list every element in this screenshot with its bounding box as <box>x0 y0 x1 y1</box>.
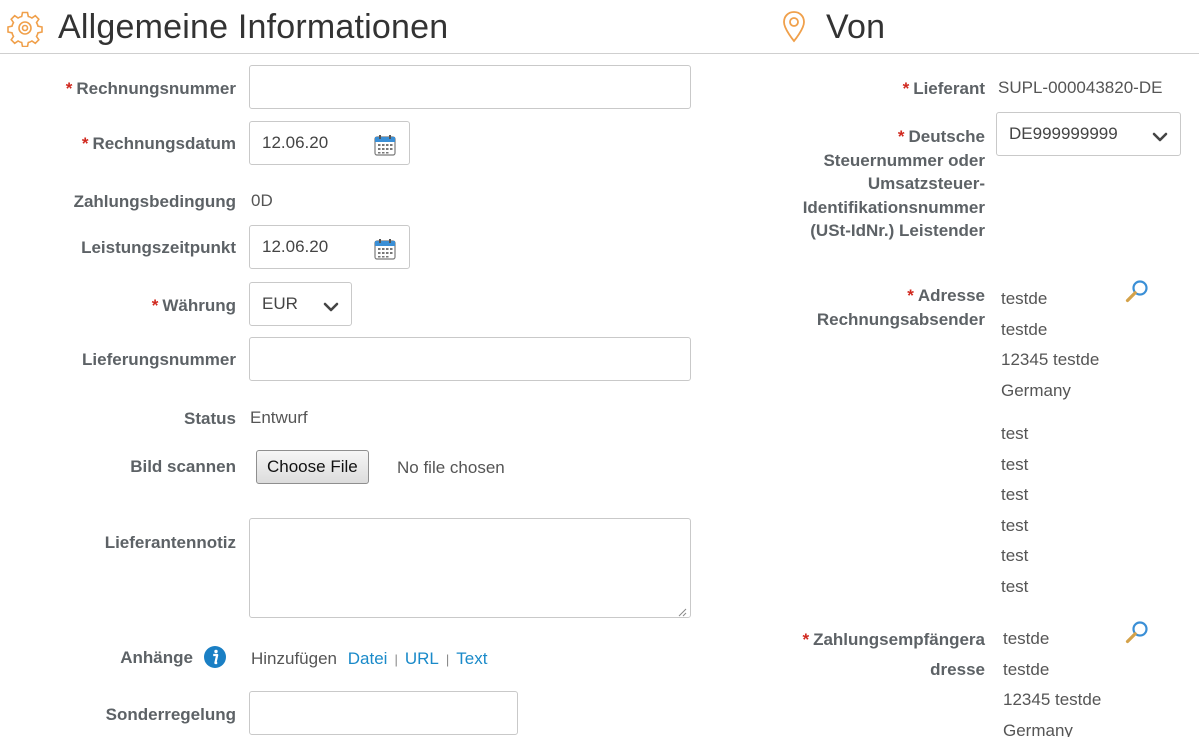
status-label: Status <box>184 409 236 428</box>
address-line: 12345 testde <box>1003 690 1102 709</box>
resize-handle-icon[interactable] <box>677 604 687 617</box>
required-marker: * <box>151 296 159 315</box>
tax-id-value: DE999999999 <box>1009 124 1118 143</box>
supplier-value: SUPL-000043820-DE <box>998 78 1163 97</box>
add-text-link[interactable]: Text <box>456 649 487 668</box>
required-marker: * <box>902 79 910 98</box>
sender-address-block: testde testde 12345 testde Germany <box>1001 284 1099 406</box>
invoice-form-page: Allgemeine Informationen Von * Rechnungsn… <box>0 0 1199 737</box>
map-pin-icon <box>782 10 806 44</box>
address-line: testde <box>1003 629 1050 648</box>
search-icon[interactable] <box>1124 279 1150 305</box>
chevron-down-icon <box>323 298 339 312</box>
delivery-number-input[interactable] <box>249 337 691 381</box>
special-rule-label: Sonderregelung <box>105 705 236 724</box>
separator: | <box>445 652 450 667</box>
service-date-label: Leistungszeitpunkt <box>81 238 236 257</box>
address-line: test <box>1001 424 1029 443</box>
add-file-link[interactable]: Datei <box>348 649 388 668</box>
calendar-icon[interactable] <box>373 237 397 261</box>
supplier-label: * Lieferant <box>902 79 985 98</box>
sender-address-label: * Adresse Rechnungsabsender <box>816 286 985 329</box>
add-label: Hinzufügen <box>251 649 338 668</box>
required-marker: * <box>65 79 73 98</box>
separator: | <box>394 652 398 667</box>
delivery-number-label: Lieferungsnummer <box>82 350 236 369</box>
from-header: Von <box>782 0 885 54</box>
address-line: Germany <box>1001 380 1071 400</box>
gear-icon <box>6 9 44 48</box>
address-line: test <box>1001 576 1029 596</box>
required-marker: * <box>897 127 905 146</box>
tax-id-select[interactable]: DE999999999 <box>996 112 1181 156</box>
currency-label: * Währung <box>151 296 236 315</box>
chevron-down-icon <box>1152 128 1168 142</box>
calendar-icon[interactable] <box>373 133 397 157</box>
section-title: Von <box>826 7 886 46</box>
special-rule-input[interactable] <box>249 691 518 735</box>
payee-address-label: * Zahlungsempfängera dresse <box>802 630 985 679</box>
payee-address-block: testde testde 12345 testde Germany <box>1003 624 1101 737</box>
tax-id-label: * Deutsche Steuernummer oder Umsatzsteuer… <box>802 127 985 240</box>
attachments-label: Anhänge <box>120 648 193 667</box>
address-line: testde <box>1001 289 1048 308</box>
address-line: test <box>1001 515 1029 535</box>
choose-file-button[interactable]: Choose File <box>256 450 369 484</box>
invoice-number-label: * Rechnungsnummer <box>65 79 236 98</box>
invoice-number-input[interactable] <box>249 65 691 109</box>
supplier-note-textarea[interactable] <box>249 518 691 618</box>
service-date-input[interactable]: 12.06.20 <box>249 225 410 269</box>
invoice-date-label: * Rechnungsdatum <box>81 134 236 153</box>
address-line: Germany <box>1003 720 1073 737</box>
required-marker: * <box>802 630 810 649</box>
address-line: test <box>1001 485 1029 504</box>
currency-select[interactable]: EUR <box>249 282 352 326</box>
info-icon[interactable] <box>203 645 227 669</box>
add-url-link[interactable]: URL <box>405 649 439 668</box>
invoice-date-value: 12.06.20 <box>262 133 329 152</box>
invoice-date-input[interactable]: 12.06.20 <box>249 121 410 165</box>
required-marker: * <box>907 286 914 305</box>
service-date-value: 12.06.20 <box>262 237 329 256</box>
currency-value: EUR <box>262 294 298 313</box>
address-line: testde <box>1003 659 1050 679</box>
section-title: Allgemeine Informationen <box>58 7 449 46</box>
search-icon[interactable] <box>1124 620 1150 646</box>
header-divider <box>0 53 1199 54</box>
status-value: Entwurf <box>250 408 308 427</box>
supplier-note-label: Lieferantennotiz <box>104 533 236 552</box>
general-info-header: Allgemeine Informationen <box>6 0 448 54</box>
file-status-text: No file chosen <box>397 458 505 477</box>
scan-image-label: Bild scannen <box>130 457 236 476</box>
address-line: test <box>1001 454 1029 474</box>
required-marker: * <box>81 134 89 153</box>
address-line: test <box>1001 546 1029 565</box>
address-line: testde <box>1001 319 1048 339</box>
attachments-actions: Hinzufügen Datei | URL | Text <box>251 648 487 671</box>
sender-extra-lines: test test test test test test <box>1001 419 1028 602</box>
payment-terms-value: 0D <box>251 191 273 210</box>
address-line: 12345 testde <box>1001 350 1100 369</box>
payment-terms-label: Zahlungsbedingung <box>73 192 236 211</box>
